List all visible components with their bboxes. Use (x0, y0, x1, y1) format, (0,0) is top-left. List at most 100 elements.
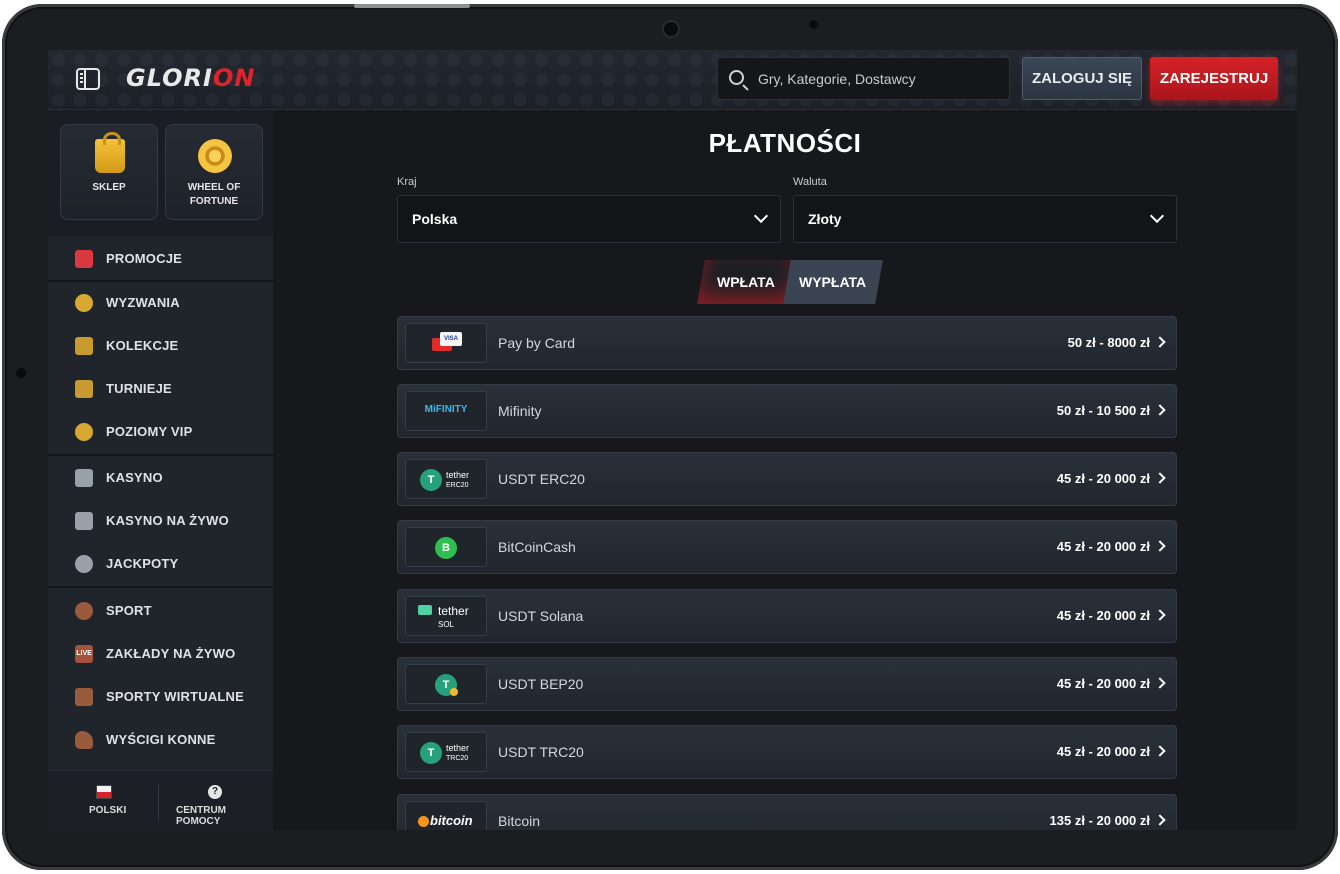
mifinity-logo-text: MiFINITY (424, 404, 468, 415)
payment-method-row[interactable]: B BitCoinCash 45 zł - 20 000 zł (397, 520, 1177, 574)
sidebar-item-kolekcje[interactable]: KOLEKCJE (48, 325, 273, 365)
logo[interactable]: GLORION (126, 64, 255, 92)
wheel-of-fortune-tile[interactable]: WHEEL OF FORTUNE (165, 124, 263, 220)
sidebar-item-sport[interactable]: SPORT (48, 590, 273, 630)
payment-method-limits: 45 zł - 20 000 zł (1056, 471, 1150, 486)
tether-logo-text: tether (446, 470, 470, 480)
tether-solana-logo: tether SOL (405, 596, 487, 636)
gift-icon (75, 250, 93, 268)
currency-value: Złoty (808, 211, 842, 227)
sidebar-toggle-icon[interactable] (76, 68, 100, 90)
tablet-frame: GLORION Gry, Kategorie, Dostawcy ZALOGUJ… (2, 4, 1338, 870)
clover-icon (75, 555, 93, 573)
sidebar-item-kasyno-na-zywo[interactable]: KASYNO NA ŻYWO (48, 500, 273, 540)
logo-accent: ON (212, 64, 256, 92)
sidebar-item-label: SPORTY WIRTUALNE (106, 689, 245, 704)
chevron-right-icon (1154, 609, 1166, 621)
divider (158, 785, 159, 821)
chevron-down-icon (753, 208, 769, 224)
mifinity-logo: MiFINITY (405, 391, 487, 431)
sidebar-item-promocje[interactable]: PROMOCJE (48, 238, 273, 278)
payment-method-name: USDT Solana (498, 608, 584, 624)
medal-icon (75, 294, 93, 312)
side-sensor (16, 368, 26, 378)
payment-method-row[interactable]: VISA Pay by Card 50 zł - 8000 zł (397, 316, 1177, 370)
network-label: ERC20 (446, 482, 469, 489)
chevron-right-icon (1154, 677, 1166, 689)
sidebar-item-kasyno[interactable]: KASYNO (48, 457, 273, 497)
sidebar-item-poziomy-vip[interactable]: POZIOMY VIP (48, 411, 273, 451)
sidebar-footer: POLSKI ? CENTRUM POMOCY (48, 770, 273, 830)
chevron-right-icon (1154, 814, 1166, 826)
wheel-of-fortune-label: WHEEL OF FORTUNE (187, 182, 241, 207)
payment-method-row[interactable]: T tether ERC20 USDT ERC20 45 zł - 20 000… (397, 452, 1177, 506)
payment-method-name: BitCoinCash (498, 539, 576, 555)
tether-icon (418, 605, 432, 615)
sidebar-item-jackpoty[interactable]: JACKPOTY (48, 543, 273, 583)
payment-method-name: USDT TRC20 (498, 744, 584, 760)
tab-withdrawal[interactable]: WYPŁATA (783, 260, 883, 304)
sidebar-item-sporty-wirtualne[interactable]: SPORTY WIRTUALNE (48, 676, 273, 716)
chevron-right-icon (1154, 336, 1166, 348)
shopping-bag-icon (95, 132, 125, 173)
register-button[interactable]: ZAREJESTRUJ (1150, 57, 1278, 100)
bitcoin-icon (418, 816, 429, 827)
login-button[interactable]: ZALOGUJ SIĘ (1022, 57, 1142, 100)
cards-icon (75, 337, 93, 355)
sidebar-item-label: POZIOMY VIP (106, 424, 193, 439)
help-icon[interactable]: ? (208, 785, 222, 799)
payment-method-row[interactable]: T tether TRC20 USDT TRC20 45 zł - 20 000… (397, 725, 1177, 779)
logo-main: GLORI (126, 64, 213, 92)
bnb-badge-icon (450, 688, 458, 696)
payment-method-row[interactable]: bitcoin Bitcoin 135 zł - 20 000 zł (397, 794, 1177, 830)
sensor (809, 20, 818, 29)
tether-icon: T (420, 742, 442, 764)
payment-method-row[interactable]: MiFINITY Mifinity 50 zł - 10 500 zł (397, 384, 1177, 438)
virtual-sports-icon (75, 688, 93, 706)
payment-method-row[interactable]: tether SOL USDT Solana 45 zł - 20 000 zł (397, 589, 1177, 643)
chevron-right-icon (1154, 540, 1166, 552)
chevron-down-icon (1149, 208, 1165, 224)
sidebar-item-wyscigi-konne[interactable]: WYŚCIGI KONNE (48, 719, 273, 759)
shop-label: SKLEP (92, 182, 126, 193)
sidebar-item-label: WYZWANIA (106, 295, 180, 310)
payments-page: PŁATNOŚCI Kraj Polska Waluta Złoty WPŁAT… (273, 110, 1297, 830)
tab-withdrawal-label: WYPŁATA (799, 274, 867, 290)
wheel-icon (198, 139, 232, 173)
tether-bep20-logo: T (405, 664, 487, 704)
search-input[interactable]: Gry, Kategorie, Dostawcy (717, 57, 1010, 100)
country-select[interactable]: Polska (397, 195, 781, 243)
playing-card-icon (75, 512, 93, 530)
language-selector[interactable]: POLSKI (89, 805, 126, 816)
diamond-icon (75, 423, 93, 441)
sidebar-item-zaklady-na-zywo[interactable]: LIVE ZAKŁADY NA ŻYWO (48, 633, 273, 673)
sidebar-group-sport: SPORT LIVE ZAKŁADY NA ŻYWO SPORTY WIRTUA… (48, 588, 273, 770)
tab-deposit[interactable]: WPŁATA (697, 260, 795, 304)
sidebar-item-wyzwania[interactable]: WYZWANIA (48, 282, 273, 322)
bitcoincash-icon: B (435, 537, 457, 559)
sidebar-item-label: KASYNO (106, 470, 163, 485)
shop-tile[interactable]: SKLEP (60, 124, 158, 220)
payment-method-limits: 45 zł - 20 000 zł (1056, 744, 1150, 759)
currency-select[interactable]: Złoty (793, 195, 1177, 243)
network-label: TRC20 (446, 755, 469, 762)
sidebar-item-turnieje[interactable]: TURNIEJE (48, 368, 273, 408)
payment-method-limits: 50 zł - 10 500 zł (1056, 403, 1150, 418)
sidebar-group-promo: PROMOCJE (48, 236, 273, 280)
chevron-right-icon (1154, 745, 1166, 757)
poland-flag-icon[interactable] (96, 785, 112, 799)
page-title: PŁATNOŚCI (708, 128, 862, 158)
payment-method-limits: 50 zł - 8000 zł (1067, 335, 1150, 350)
search-placeholder: Gry, Kategorie, Dostawcy (758, 71, 916, 87)
horse-icon (75, 731, 93, 749)
sidebar-item-label: KASYNO NA ŻYWO (106, 513, 229, 528)
country-value: Polska (412, 211, 458, 227)
payment-method-row[interactable]: T USDT BEP20 45 zł - 20 000 zł (397, 657, 1177, 711)
sidebar-group-casino: KASYNO KASYNO NA ŻYWO JACKPOTY (48, 456, 273, 586)
power-button (354, 4, 470, 8)
sidebar-group-rewards: WYZWANIA KOLEKCJE TURNIEJE POZIOMY VIP (48, 282, 273, 454)
bitcoin-logo-text: bitcoin (430, 813, 473, 828)
sidebar-item-label: SPORT (106, 603, 152, 618)
podium-icon (75, 380, 93, 398)
help-center-link[interactable]: CENTRUM POMOCY (176, 805, 273, 827)
